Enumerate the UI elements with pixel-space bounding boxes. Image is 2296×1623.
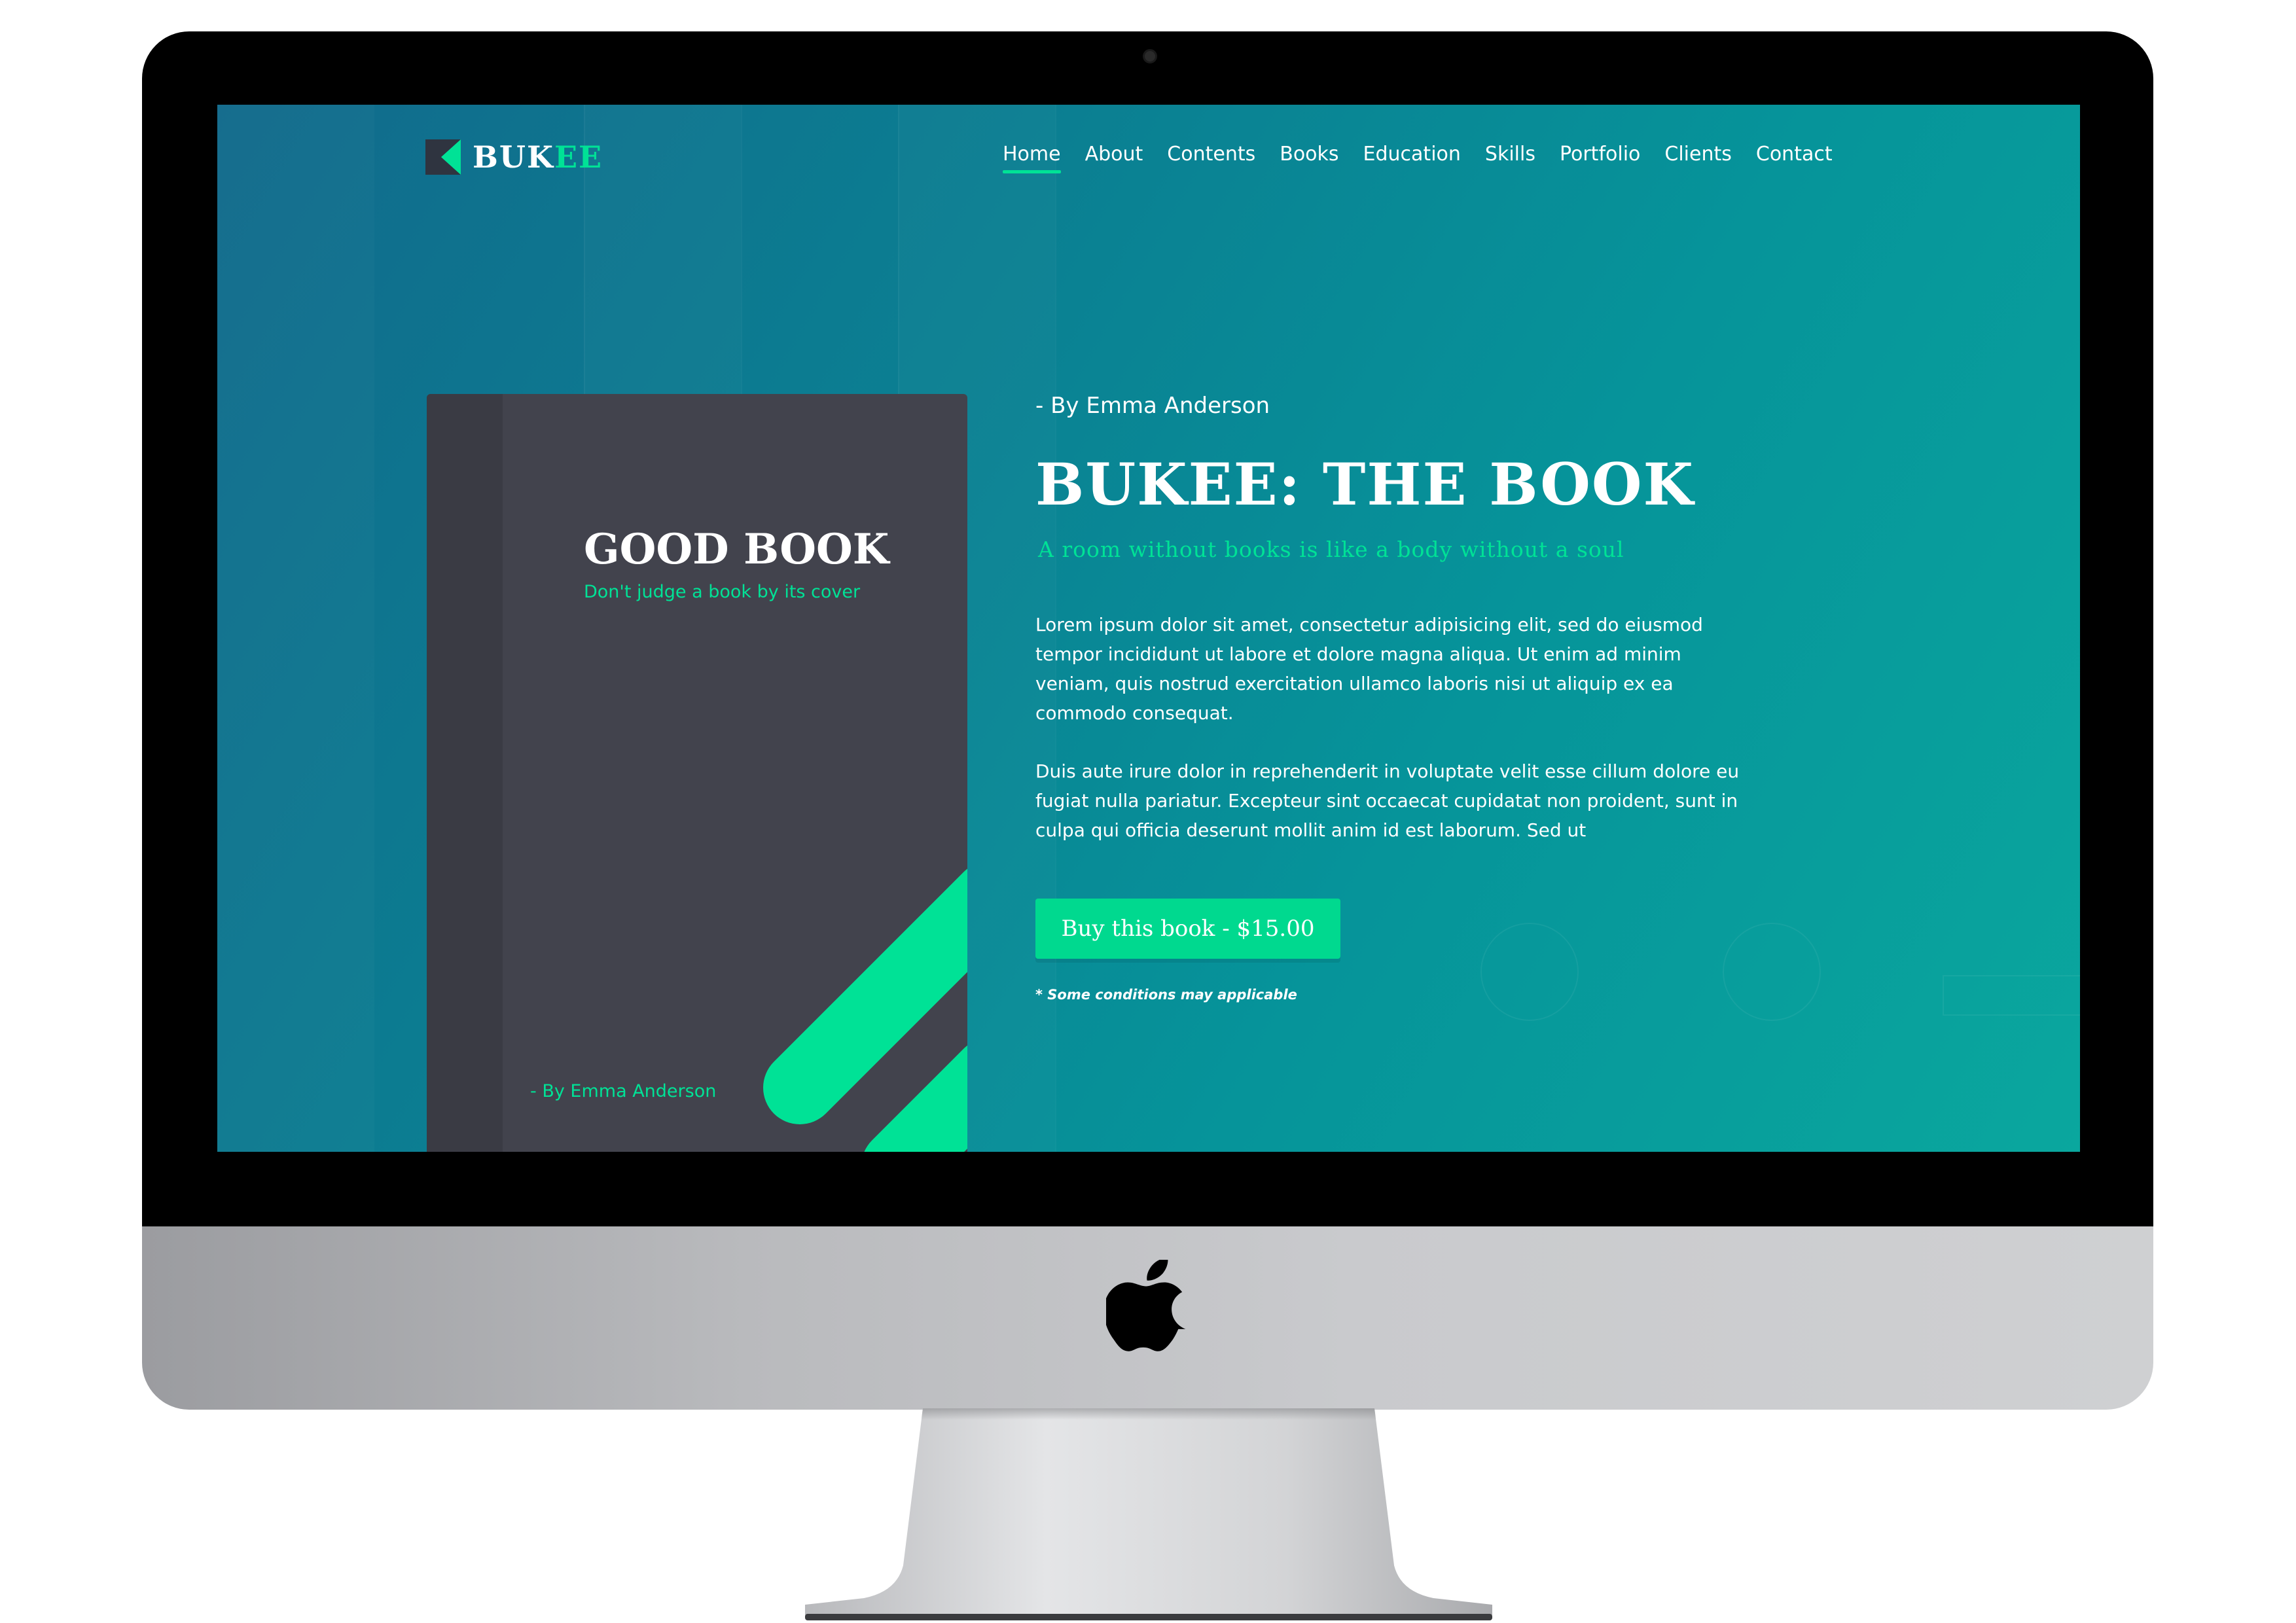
logo-text: BUKEE — [473, 139, 603, 175]
background-box — [1943, 975, 2080, 1016]
book-cover-tagline: Don't judge a book by its cover — [584, 582, 861, 602]
book-cover: GOOD BOOK Don't judge a book by its cove… — [427, 394, 967, 1152]
buy-conditions-note: * Some conditions may applicable — [1035, 987, 1297, 1003]
hero-paragraph: Duis aute irure dolor in reprehenderit i… — [1035, 760, 1740, 841]
monitor-stand — [805, 1408, 1492, 1620]
background-stripe — [217, 105, 374, 1152]
nav-item-home[interactable]: Home — [1003, 143, 1061, 173]
nav-item-skills[interactable]: Skills — [1485, 143, 1535, 173]
background-circle — [1480, 923, 1579, 1021]
nav-item-books[interactable]: Books — [1280, 143, 1338, 173]
apple-logo-icon — [1106, 1260, 1186, 1351]
nav-item-clients[interactable]: Clients — [1664, 143, 1731, 173]
camera-icon — [1143, 49, 1157, 63]
website-screen: BUKEE Home About Contents Books Education Ski… — [217, 105, 2080, 1152]
hero-byline: - By Emma Anderson — [1035, 393, 1270, 419]
book-cover-author: - By Emma Anderson — [530, 1081, 717, 1101]
nav-item-education[interactable]: Education — [1363, 143, 1461, 173]
nav-item-contents[interactable]: Contents — [1167, 143, 1255, 173]
nav-item-contact[interactable]: Contact — [1756, 143, 1833, 173]
logo-text-accent: EE — [554, 139, 603, 175]
nav-item-portfolio[interactable]: Portfolio — [1560, 143, 1640, 173]
hero-subtitle: A room without books is like a body with… — [1038, 537, 1624, 562]
imac-mockup: BUKEE Home About Contents Books Education Ski… — [0, 0, 2296, 1623]
hero-title: BUKEE: THE BOOK — [1035, 450, 1695, 518]
hero-paragraph: Lorem ipsum dolor sit amet, consectetur … — [1035, 614, 1703, 724]
logo-text-main: BUK — [473, 139, 554, 175]
logo-mark-icon — [425, 139, 461, 175]
book-cover-stripes — [763, 869, 967, 1152]
background-circle — [1723, 923, 1821, 1021]
buy-book-button[interactable]: Buy this book - $15.00 — [1035, 899, 1340, 959]
nav-list: Home About Contents Books Education Skills Por… — [1003, 143, 1857, 173]
book-cover-title: GOOD BOOK — [584, 525, 889, 574]
site-logo[interactable]: BUKEE — [425, 139, 603, 175]
nav-item-about[interactable]: About — [1085, 143, 1143, 173]
